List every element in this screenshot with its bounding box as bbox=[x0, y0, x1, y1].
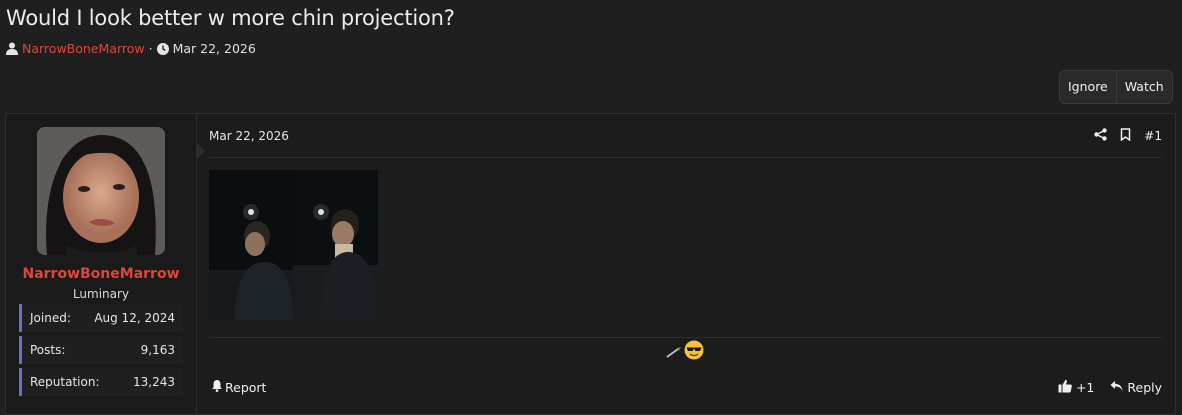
reply-label: Reply bbox=[1127, 380, 1162, 395]
thread-actions: Ignore Watch bbox=[1059, 70, 1173, 104]
stat-label: Reputation: bbox=[30, 375, 100, 389]
bookmark-icon[interactable] bbox=[1120, 128, 1131, 144]
report-button[interactable]: Report bbox=[211, 379, 266, 395]
thread-date[interactable]: Mar 22, 2026 bbox=[173, 41, 256, 56]
post-attachment-image[interactable] bbox=[209, 170, 378, 320]
report-label: Report bbox=[225, 379, 267, 395]
post-footer-actions: +1 Reply bbox=[1058, 379, 1162, 396]
post-container: NarrowBoneMarrow Luminary Joined: Aug 12… bbox=[5, 113, 1176, 415]
post-number[interactable]: #1 bbox=[1144, 129, 1162, 143]
meta-separator: · bbox=[148, 41, 153, 56]
reaction-list bbox=[666, 340, 704, 364]
like-count: +1 bbox=[1075, 380, 1095, 395]
stat-value: 13,243 bbox=[133, 375, 175, 389]
thumbs-up-icon bbox=[1058, 379, 1072, 396]
user-title: Luminary bbox=[72, 287, 130, 301]
stat-value[interactable]: 9,163 bbox=[141, 343, 175, 357]
ignore-button[interactable]: Ignore bbox=[1060, 71, 1116, 103]
user-sidebar: NarrowBoneMarrow Luminary Joined: Aug 12… bbox=[6, 114, 197, 414]
stat-value: Aug 12, 2024 bbox=[94, 311, 175, 325]
user-avatar[interactable] bbox=[37, 127, 165, 255]
thread-meta: NarrowBoneMarrow · Mar 22, 2026 bbox=[6, 41, 256, 56]
stat-posts: Posts: 9,163 bbox=[19, 336, 183, 364]
thread-title: Would I look better w more chin projecti… bbox=[6, 6, 455, 30]
sunglasses-face-icon[interactable] bbox=[684, 340, 704, 364]
watch-button[interactable]: Watch bbox=[1115, 71, 1172, 103]
stat-label: Joined: bbox=[30, 311, 71, 325]
photo-left bbox=[209, 170, 293, 320]
stat-joined: Joined: Aug 12, 2024 bbox=[19, 304, 183, 332]
reply-icon bbox=[1110, 380, 1123, 395]
share-icon[interactable] bbox=[1094, 128, 1107, 144]
post-header-divider bbox=[209, 157, 1162, 158]
pen-icon[interactable] bbox=[666, 343, 682, 362]
thread-author-link[interactable]: NarrowBoneMarrow bbox=[22, 41, 145, 56]
photo-right bbox=[293, 170, 378, 320]
reply-button[interactable]: Reply bbox=[1110, 380, 1162, 395]
post-date[interactable]: Mar 22, 2026 bbox=[209, 129, 289, 143]
like-button[interactable]: +1 bbox=[1058, 379, 1094, 396]
post-main: Mar 22, 2026 #1 Report +1 Reply bbox=[197, 114, 1175, 414]
stat-reputation: Reputation: 13,243 bbox=[19, 368, 183, 396]
clock-icon bbox=[156, 42, 169, 55]
stat-label: Posts: bbox=[30, 343, 66, 357]
bell-icon bbox=[211, 379, 223, 395]
post-actions: #1 bbox=[1094, 128, 1162, 144]
user-icon bbox=[6, 42, 18, 55]
post-body-divider bbox=[209, 337, 1162, 338]
post-username[interactable]: NarrowBoneMarrow bbox=[6, 266, 196, 282]
